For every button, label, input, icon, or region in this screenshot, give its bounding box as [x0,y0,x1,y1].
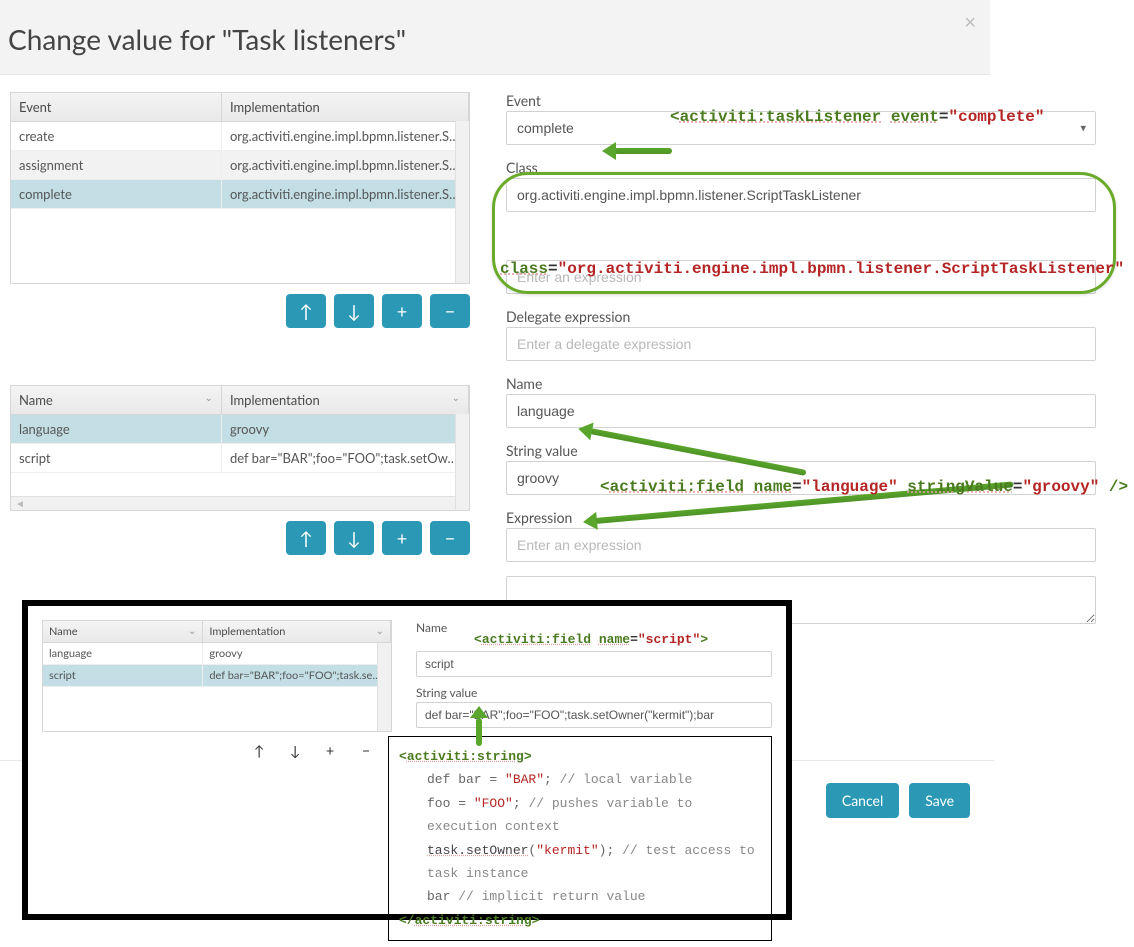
scrollbar[interactable] [455,121,469,283]
chevron-down-icon: ⌄ [188,625,196,637]
overlay-string-value-label: String value [416,685,772,700]
overlay-col-impl[interactable]: Implementation⌄ [203,621,391,643]
remove-button[interactable]: − [430,294,470,328]
h-scrollbar[interactable]: ◄ ► [11,496,469,510]
table-row[interactable]: script def bar="BAR";foo="FOO";task.setO… [43,665,391,687]
string-value-label: String value [506,442,1096,459]
remove-button[interactable]: − [430,521,470,555]
table-row[interactable]: script def bar="BAR";foo="FOO";task.setO… [11,444,469,473]
expression-input[interactable] [506,528,1096,562]
dialog-header: Change value for "Task listeners" × [0,0,990,75]
fields-panel: Name⌄ Implementation⌄ language groovy sc… [10,385,470,555]
table-row[interactable]: assignment org.activiti.engine.impl.bpmn… [11,151,469,180]
cancel-button[interactable]: Cancel [826,783,899,818]
close-icon[interactable]: × [964,10,976,34]
hscroll-left-icon: ◄ [15,498,25,510]
move-down-button[interactable]: ↓ [334,521,374,555]
overlay-col-name[interactable]: Name⌄ [43,621,203,643]
listeners-col-impl[interactable]: Implementation [221,93,468,122]
chevron-down-icon: ⌄ [452,392,460,404]
move-down-button[interactable]: ↓ [290,742,320,770]
fields-col-impl[interactable]: Implementation⌄ [221,386,468,415]
event-label: Event [506,92,1096,109]
overlay-name-input[interactable] [416,651,772,677]
annotation-arrow [476,718,482,746]
save-button[interactable]: Save [909,783,970,818]
add-button[interactable]: + [326,742,356,770]
move-up-button[interactable]: ↑ [286,521,326,555]
dialog-title: Change value for "Task listeners" [8,22,966,56]
table-row[interactable]: language groovy [43,643,391,665]
move-down-button[interactable]: ↓ [334,294,374,328]
chevron-down-icon: ⌄ [205,392,213,404]
scrollbar[interactable] [377,643,391,731]
add-button[interactable]: + [382,294,422,328]
move-up-button[interactable]: ↑ [254,742,284,770]
delegate-input[interactable] [506,327,1096,361]
move-up-button[interactable]: ↑ [286,294,326,328]
class-label: Class [506,159,1096,176]
annotation-field: <activiti:field name="language" stringVa… [600,478,1128,496]
listeners-col-event[interactable]: Event [11,93,221,122]
fields-table: Name⌄ Implementation⌄ language groovy sc… [11,386,469,473]
class-input[interactable] [506,178,1096,212]
overlay-code-box: <activiti:string> def bar = "BAR"; // lo… [388,736,772,941]
delegate-label: Delegate expression [506,308,1096,325]
listeners-panel: Event Implementation create org.activiti… [10,92,470,328]
add-button[interactable]: + [382,521,422,555]
chevron-down-icon: ⌄ [376,625,384,637]
listeners-table: Event Implementation create org.activiti… [11,93,469,209]
scrollbar[interactable] [455,414,469,510]
table-row[interactable]: create org.activiti.engine.impl.bpmn.lis… [11,122,469,151]
annotation-field-script: <activiti:field name="script"> [474,632,708,647]
table-row[interactable]: complete org.activiti.engine.impl.bpmn.l… [11,180,469,209]
fields-col-name[interactable]: Name⌄ [11,386,221,415]
annotation-class: class="org.activiti.engine.impl.bpmn.lis… [500,260,1114,278]
name-input[interactable] [506,394,1096,428]
script-overlay-panel: Name⌄ Implementation⌄ language groovy sc… [22,600,792,920]
name-label: Name [506,375,1096,392]
annotation-arrow [614,148,672,154]
overlay-fields-table: Name⌄ Implementation⌄ language groovy sc… [43,621,391,687]
table-row[interactable]: language groovy [11,415,469,444]
annotation-tasklistener: <activiti:taskListener event="complete" [670,108,1045,126]
